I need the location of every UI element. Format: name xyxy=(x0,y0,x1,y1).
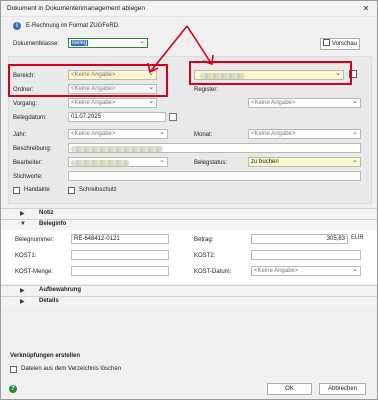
betrag-currency: EUR xyxy=(351,235,364,241)
schreibschutz-label: Schreibschutz xyxy=(79,187,117,193)
beschreibung-input[interactable] xyxy=(68,143,361,153)
verknuepfungen-title: Verknüpfungen erstellen xyxy=(10,353,81,359)
betrag-label: Betrag: xyxy=(194,237,214,243)
bearbeiter-label: Bearbeiter: xyxy=(13,160,43,166)
handakte-checkbox[interactable] xyxy=(13,187,20,194)
kost2-input[interactable] xyxy=(251,250,361,260)
belegdatum-label: Belegdatum: xyxy=(13,115,47,121)
register-label: Register: xyxy=(194,87,219,93)
ok-button[interactable]: OK xyxy=(267,383,312,395)
section-aufbewahrung[interactable]: ▶ Aufbewahrung xyxy=(1,285,377,296)
schreibschutz-checkbox[interactable] xyxy=(68,187,75,194)
dateien-loeschen-label: Dateien aus dem Verzeichnis löschen xyxy=(21,366,122,372)
chevron-down-icon: ▼ xyxy=(20,221,26,227)
help-icon[interactable]: ? xyxy=(9,385,17,393)
kost-datum-label: KOST-Datum: xyxy=(194,269,232,275)
belegnummer-label: Belegnummer: xyxy=(15,237,55,243)
handakte-label: Handakte xyxy=(24,187,50,193)
dateien-loeschen-checkbox[interactable] xyxy=(10,366,17,373)
betrag-input[interactable]: 305,83 xyxy=(251,234,348,244)
arrow-line-right xyxy=(186,25,212,64)
section-aufbewahrung-label: Aufbewahrung xyxy=(39,287,81,293)
blurred-text xyxy=(71,146,163,152)
bearbeiter-select[interactable] xyxy=(68,157,168,167)
blurred-text xyxy=(71,160,129,166)
calendar-icon[interactable] xyxy=(169,113,177,121)
monat-select[interactable]: <Keine Angabe> xyxy=(248,129,361,139)
vorgang-select[interactable]: <Keine Angabe> xyxy=(68,98,157,108)
kost-datum-select[interactable]: <Keine Angabe> xyxy=(251,266,361,276)
stichworte-input[interactable] xyxy=(68,171,361,181)
monat-label: Monat: xyxy=(194,132,213,138)
jahr-label: Jahr: xyxy=(13,132,27,138)
kost1-label: KOST1: xyxy=(15,253,37,259)
belegstatus-label: Belegstatus: xyxy=(194,160,228,166)
section-notiz-label: Notiz xyxy=(39,210,54,216)
chevron-right-icon: ▶ xyxy=(20,299,25,305)
section-beleginfo[interactable]: ▼ Beleginfo xyxy=(1,219,377,230)
vorgang-label: Vorgang: xyxy=(13,101,38,107)
belegstatus-select[interactable]: zu buchen xyxy=(248,157,361,167)
stichworte-label: Stichworte: xyxy=(13,174,43,180)
belegnummer-input[interactable]: RE-648412-0121 xyxy=(71,234,169,244)
beschreibung-label: Beschreibung: xyxy=(13,146,52,152)
section-beleginfo-label: Beleginfo xyxy=(39,221,67,227)
section-notiz[interactable]: ▶ Notiz xyxy=(1,208,377,219)
kost2-label: KOST2: xyxy=(194,253,216,259)
arrow-line-left xyxy=(150,25,188,72)
dialog-window: Dokument in Dokumentenmanagement ablegen… xyxy=(0,0,378,400)
belegdatum-input[interactable]: 01.07.2025 xyxy=(68,112,166,122)
section-details-label: Details xyxy=(39,298,59,304)
chevron-right-icon: ▶ xyxy=(20,211,25,217)
register-select[interactable]: <Keine Angabe> xyxy=(248,98,361,108)
chevron-right-icon: ▶ xyxy=(20,288,25,294)
kost1-input[interactable] xyxy=(71,250,169,260)
abbrechen-button[interactable]: Abbrechen xyxy=(319,383,366,395)
jahr-select[interactable]: <Keine Angabe> xyxy=(68,129,168,139)
kost-menge-input[interactable] xyxy=(71,266,169,276)
section-details[interactable]: ▶ Details xyxy=(1,296,377,307)
kost-menge-label: KOST-Menge: xyxy=(15,269,54,275)
